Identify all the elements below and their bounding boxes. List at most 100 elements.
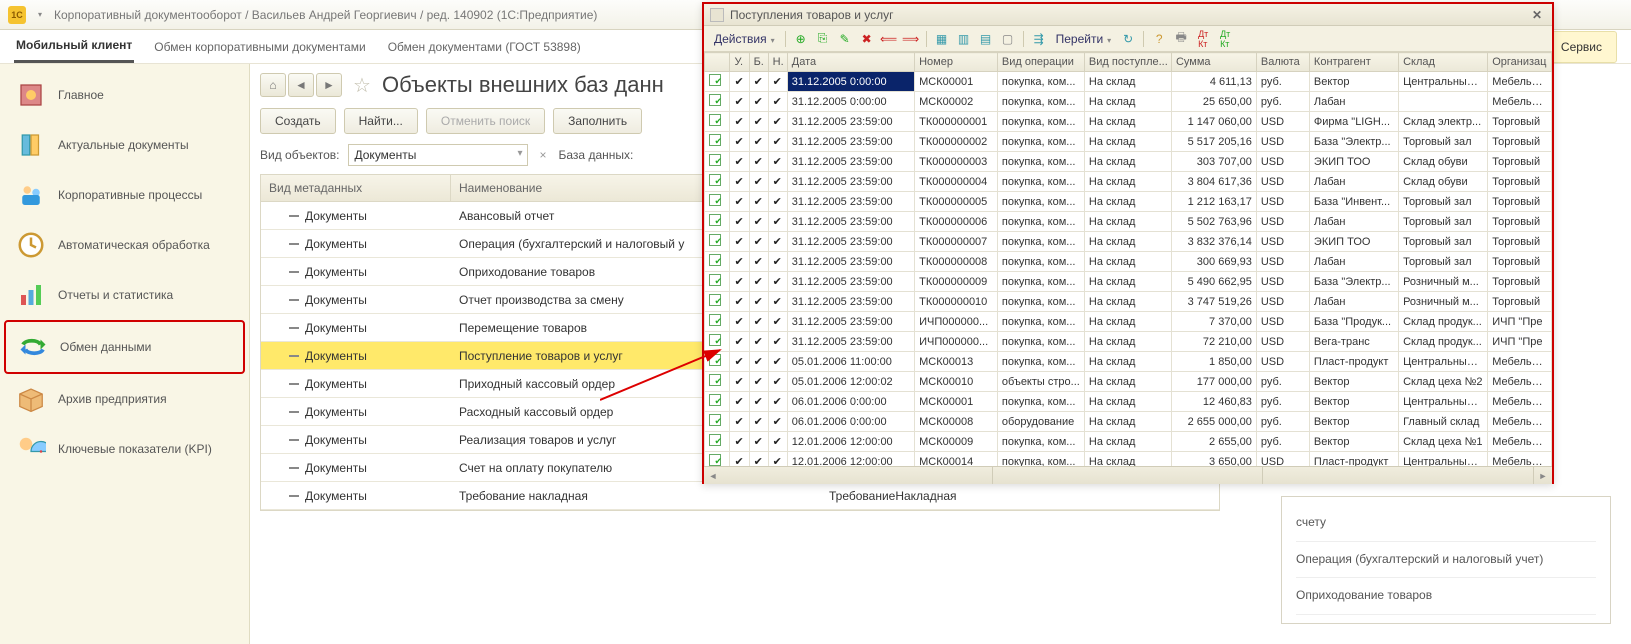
tree-icon[interactable]: ⇶ [1030, 30, 1048, 48]
goto-menu[interactable]: Перейти [1052, 32, 1116, 46]
grid-row[interactable]: ✔✔✔31.12.2005 0:00:00МСК00002покупка, ко… [705, 92, 1552, 112]
app-logo-icon: 1C [8, 6, 26, 24]
favorite-star-icon[interactable]: ☆ [350, 73, 374, 97]
filter2-icon[interactable]: ▥ [955, 30, 973, 48]
grid-row[interactable]: ✔✔✔06.01.2006 0:00:00МСК00001покупка, ко… [705, 392, 1552, 412]
nav-home-button[interactable]: ⌂ [260, 73, 286, 97]
sidebar-item-auto-processing[interactable]: Автоматическая обработка [4, 220, 245, 270]
col-ka[interactable]: Контрагент [1309, 53, 1398, 72]
sidebar-item-actual-docs[interactable]: Актуальные документы [4, 120, 245, 170]
filter-icon[interactable]: ▦ [933, 30, 951, 48]
documents-icon [14, 128, 48, 162]
grid-row[interactable]: ✔✔✔06.01.2006 0:00:00МСК00008оборудовани… [705, 412, 1552, 432]
grid-row[interactable]: ✔✔✔12.01.2006 12:00:00МСК00014покупка, к… [705, 452, 1552, 467]
sidebar-item-reports[interactable]: Отчеты и статистика [4, 270, 245, 320]
actions-menu[interactable]: Действия [710, 32, 779, 46]
grid-row[interactable]: ✔✔✔31.12.2005 23:59:00ТК000000004покупка… [705, 172, 1552, 192]
page-title: Объекты внешних баз данн [382, 72, 664, 98]
find-next-icon[interactable]: ⟹ [902, 30, 920, 48]
sidebar-item-kpi[interactable]: Ключевые показатели (KPI) [4, 424, 245, 474]
grid-row[interactable]: ✔✔✔05.01.2006 11:00:00МСК00013покупка, к… [705, 352, 1552, 372]
grid-row[interactable]: ✔✔✔31.12.2005 23:59:00ТК000000002покупка… [705, 132, 1552, 152]
grid-row[interactable]: ✔✔✔05.01.2006 12:00:02МСК00010объекты ст… [705, 372, 1552, 392]
people-icon [14, 178, 48, 212]
popup-title: Поступления товаров и услуг [730, 8, 1522, 22]
sidebar-item-data-exchange[interactable]: Обмен данными [4, 320, 245, 374]
edit-icon[interactable]: ✎ [836, 30, 854, 48]
col-b[interactable]: Б. [749, 53, 768, 72]
clock-gear-icon [14, 228, 48, 262]
fill-button[interactable]: Заполнить [553, 108, 642, 134]
popup-statusbar: ◄ ► [704, 466, 1552, 484]
tab-corp-exchange[interactable]: Обмен корпоративными документами [152, 32, 367, 62]
sidebar-item-corp-processes[interactable]: Корпоративные процессы [4, 170, 245, 220]
refresh-icon[interactable]: ↻ [1119, 30, 1137, 48]
filter3-icon[interactable]: ▤ [977, 30, 995, 48]
col-date[interactable]: Дата [787, 53, 914, 72]
col-metadata-kind[interactable]: Вид метаданных [261, 175, 451, 201]
grid-row[interactable]: ✔✔✔31.12.2005 23:59:00ТК000000006покупка… [705, 212, 1552, 232]
grid-row[interactable]: ✔✔✔31.12.2005 23:59:00ТК000000001покупка… [705, 112, 1552, 132]
close-button[interactable]: ✕ [1528, 8, 1546, 22]
db-label: База данных: [559, 148, 634, 162]
dtkt-icon[interactable]: ДтКт [1194, 30, 1212, 48]
dtkt2-icon[interactable]: ДтКт [1216, 30, 1234, 48]
kind-select[interactable]: Документы [348, 144, 528, 166]
col-vp[interactable]: Вид поступле... [1084, 53, 1171, 72]
col-op[interactable]: Вид операции [997, 53, 1084, 72]
grid-row[interactable]: ✔✔✔31.12.2005 23:59:00ТК000000005покупка… [705, 192, 1552, 212]
nav-forward-button[interactable]: ► [316, 73, 342, 97]
col-cur[interactable]: Валюта [1256, 53, 1309, 72]
grid-row[interactable]: ✔✔✔12.01.2006 12:00:00МСК00009покупка, к… [705, 432, 1552, 452]
grid-row[interactable]: ✔✔✔31.12.2005 23:59:00ИЧП000000...покупк… [705, 312, 1552, 332]
scroll-left-icon[interactable]: ◄ [704, 467, 722, 484]
kind-clear-button[interactable]: × [536, 148, 551, 162]
col-sum[interactable]: Сумма [1171, 53, 1256, 72]
app-menu-dropdown-icon[interactable]: ▾ [34, 9, 46, 21]
help-icon[interactable]: ? [1150, 30, 1168, 48]
box-icon [14, 382, 48, 416]
create-button[interactable]: Создать [260, 108, 336, 134]
rp-item[interactable]: Оприходование товаров [1296, 578, 1596, 615]
chart-icon [14, 278, 48, 312]
right-panel: счету Операция (бухгалтерский и налоговы… [1281, 496, 1611, 624]
rp-item[interactable]: счету [1296, 505, 1596, 542]
popup-toolbar: Действия ⊕ ⎘ ✎ ✖ ⟸ ⟹ ▦ ▥ ▤ ▢ ⇶ Перейти ↻… [704, 26, 1552, 52]
sidebar-item-archive[interactable]: Архив предприятия [4, 374, 245, 424]
home-icon [14, 78, 48, 112]
find-prev-icon[interactable]: ⟸ [880, 30, 898, 48]
cancel-find-button[interactable]: Отменить поиск [426, 108, 545, 134]
col-num[interactable]: Номер [915, 53, 998, 72]
filter-off-icon[interactable]: ▢ [999, 30, 1017, 48]
delete-icon[interactable]: ✖ [858, 30, 876, 48]
add-icon[interactable]: ⊕ [792, 30, 810, 48]
popup-window: Поступления товаров и услуг ✕ Действия ⊕… [702, 2, 1554, 484]
col-n[interactable]: Н. [768, 53, 787, 72]
popup-grid[interactable]: У. Б. Н. Дата Номер Вид операции Вид пос… [704, 52, 1552, 466]
print-icon[interactable]: 🖶 [1172, 30, 1190, 48]
table-row[interactable]: ДокументыТребование накладнаяТребованиеН… [261, 482, 1219, 510]
tab-service[interactable]: Сервис [1546, 31, 1617, 63]
col-u[interactable]: У. [730, 53, 749, 72]
sidebar: Главное Актуальные документы Корпоративн… [0, 64, 250, 644]
grid-row[interactable]: ✔✔✔31.12.2005 23:59:00ТК000000007покупка… [705, 232, 1552, 252]
col-skl[interactable]: Склад [1399, 53, 1488, 72]
sidebar-item-main[interactable]: Главное [4, 70, 245, 120]
grid-row[interactable]: ✔✔✔31.12.2005 0:00:00МСК00001покупка, ко… [705, 72, 1552, 92]
grid-row[interactable]: ✔✔✔31.12.2005 23:59:00ТК000000009покупка… [705, 272, 1552, 292]
exchange-icon [16, 330, 50, 364]
find-button[interactable]: Найти... [344, 108, 418, 134]
grid-row[interactable]: ✔✔✔31.12.2005 23:59:00ТК000000010покупка… [705, 292, 1552, 312]
col-icon[interactable] [705, 53, 730, 72]
col-org[interactable]: Организац [1488, 53, 1552, 72]
window-title: Корпоративный документооборот / Васильев… [54, 8, 597, 22]
grid-row[interactable]: ✔✔✔31.12.2005 23:59:00ТК000000003покупка… [705, 152, 1552, 172]
scroll-right-icon[interactable]: ► [1534, 467, 1552, 484]
grid-row[interactable]: ✔✔✔31.12.2005 23:59:00ТК000000008покупка… [705, 252, 1552, 272]
copy-icon[interactable]: ⎘ [814, 30, 832, 48]
nav-back-button[interactable]: ◄ [288, 73, 314, 97]
grid-row[interactable]: ✔✔✔31.12.2005 23:59:00ИЧП000000...покупк… [705, 332, 1552, 352]
rp-item[interactable]: Операция (бухгалтерский и налоговый учет… [1296, 542, 1596, 579]
tab-mobile-client[interactable]: Мобильный клиент [14, 30, 134, 63]
tab-gost-exchange[interactable]: Обмен документами (ГОСТ 53898) [386, 32, 583, 62]
